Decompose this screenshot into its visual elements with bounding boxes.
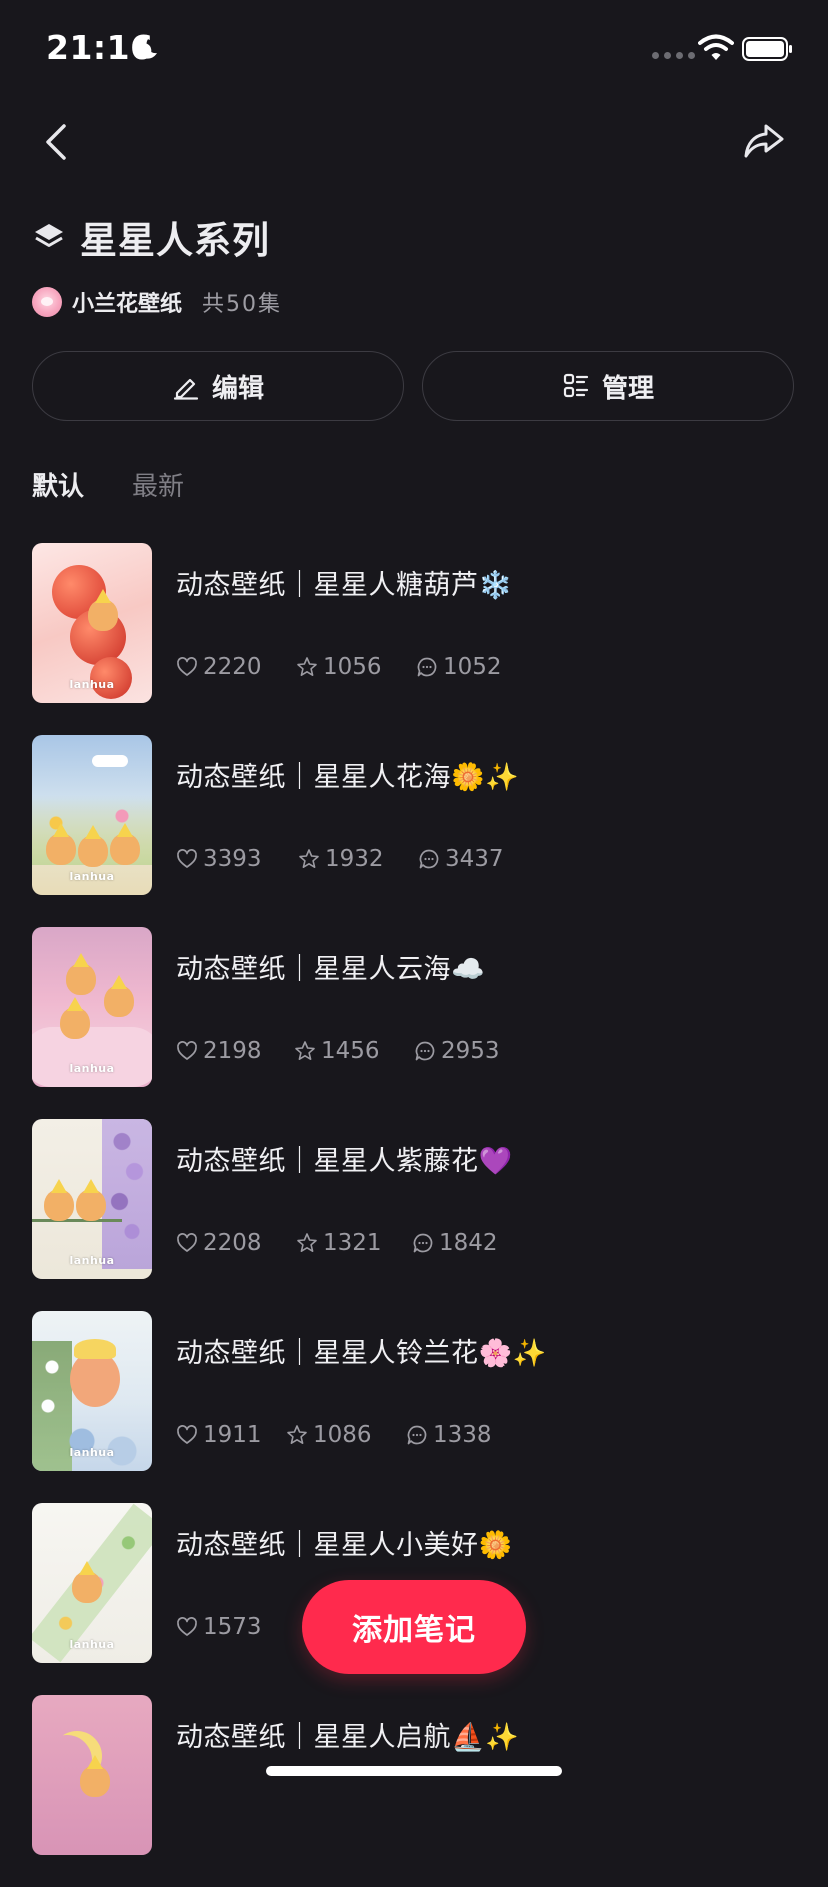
tab-default[interactable]: 默认 [32,466,84,503]
note-stats: 3393 1932 3437 [176,846,504,872]
note-stats: 1911 1086 1338 [176,1422,492,1448]
list-item[interactable]: lanhua 动态壁纸｜星星人花海🌼✨ 3393 1932 3437 [32,735,796,895]
episode-count: 共50集 [202,292,283,317]
collect-count[interactable]: 1056 [296,654,416,680]
thumbnail-watermark: lanhua [69,1446,115,1459]
heart-icon [177,1617,197,1636]
list-item[interactable]: lanhua 动态壁纸｜星星人紫藤花💜 2208 1321 1842 [32,1119,796,1279]
heart-icon [177,657,197,676]
note-stats: 1573 [176,1614,296,1640]
star-icon [299,849,319,868]
comment-icon [407,1425,427,1445]
avatar[interactable] [32,287,62,317]
home-indicator [266,1766,562,1776]
note-thumbnail[interactable]: lanhua [32,543,152,703]
author-row[interactable]: 小兰花壁纸 共50集 [32,284,282,320]
comment-count[interactable]: 2953 [414,1038,500,1064]
note-thumbnail[interactable]: lanhua [32,1311,152,1471]
collect-count[interactable]: 1456 [294,1038,414,1064]
heart-icon [177,1425,197,1444]
note-title[interactable]: 动态壁纸｜星星人铃兰花🌸✨ [176,1331,547,1370]
collection-header: 星星人系列 [32,212,270,262]
like-count[interactable]: 1911 [176,1422,286,1448]
cellular-signal-icon [652,52,695,59]
thumbnail-watermark: lanhua [69,870,115,883]
list-item[interactable]: lanhua 动态壁纸｜星星人云海☁️ 2198 1456 2953 [32,927,796,1087]
list-item[interactable]: lanhua 动态壁纸｜星星人铃兰花🌸✨ 1911 1086 1338 [32,1311,796,1471]
edit-label: 编辑 [211,373,264,404]
edit-button[interactable]: 编辑 [32,351,404,421]
moon-icon [136,36,157,59]
share-icon[interactable] [742,118,786,162]
back-icon[interactable] [40,120,72,164]
comment-count[interactable]: 1842 [412,1230,498,1256]
collect-count[interactable]: 1932 [298,846,418,872]
note-thumbnail[interactable]: lanhua [32,1119,152,1279]
layers-icon [35,224,63,247]
note-thumbnail[interactable]: lanhua [32,927,152,1087]
collect-count[interactable]: 1086 [286,1422,406,1448]
star-icon [287,1425,307,1444]
note-thumbnail[interactable] [32,1695,152,1855]
star-icon [297,1233,317,1252]
note-title[interactable]: 动态壁纸｜星星人小美好🌼 [176,1523,513,1562]
manage-label: 管理 [601,373,654,404]
note-title[interactable]: 动态壁纸｜星星人紫藤花💜 [176,1139,513,1178]
like-count[interactable]: 3393 [176,846,298,872]
note-title[interactable]: 动态壁纸｜星星人花海🌼✨ [176,755,519,794]
comment-icon [413,1233,433,1253]
list-item[interactable]: lanhua 动态壁纸｜星星人糖葫芦❄️ 2220 1056 1052 [32,543,796,703]
comment-count[interactable]: 3437 [418,846,504,872]
status-bar: 21:16 [0,0,828,100]
author-name[interactable]: 小兰花壁纸 [72,286,182,318]
sort-tabs: 默认 最新 [32,466,184,503]
comment-icon [415,1041,435,1061]
note-list: lanhua 动态壁纸｜星星人糖葫芦❄️ 2220 1056 1052 lanh… [32,543,796,1887]
battery-icon [742,37,792,61]
list-manage-icon [563,373,589,398]
like-count[interactable]: 2198 [176,1038,294,1064]
note-stats: 2208 1321 1842 [176,1230,498,1256]
heart-icon [177,1233,197,1252]
note-title[interactable]: 动态壁纸｜星星人糖葫芦❄️ [176,563,513,602]
note-stats: 2198 1456 2953 [176,1038,500,1064]
comment-icon [419,849,439,869]
heart-icon [177,1041,197,1060]
heart-icon [177,849,197,868]
note-stats: 2220 1056 1052 [176,654,502,680]
note-title[interactable]: 动态壁纸｜星星人云海☁️ [176,947,485,986]
star-icon [295,1041,315,1060]
pencil-icon [173,378,199,400]
thumbnail-watermark: lanhua [69,678,115,691]
like-count[interactable]: 1573 [176,1614,296,1640]
like-count[interactable]: 2220 [176,654,296,680]
thumbnail-watermark: lanhua [69,1638,115,1651]
collect-count[interactable]: 1321 [296,1230,412,1256]
manage-button[interactable]: 管理 [422,351,794,421]
comment-icon [417,657,437,677]
thumbnail-watermark: lanhua [69,1254,115,1267]
comment-count[interactable]: 1052 [416,654,502,680]
star-icon [297,657,317,676]
add-note-button[interactable]: 添加笔记 [302,1580,526,1674]
note-title[interactable]: 动态壁纸｜星星人启航⛵✨ [176,1715,519,1754]
note-thumbnail[interactable]: lanhua [32,735,152,895]
comment-count[interactable]: 1338 [406,1422,492,1448]
like-count[interactable]: 2208 [176,1230,296,1256]
thumbnail-watermark: lanhua [69,1062,115,1075]
note-thumbnail[interactable]: lanhua [32,1503,152,1663]
wifi-icon [698,34,734,60]
tab-latest[interactable]: 最新 [132,466,184,503]
page-title: 星星人系列 [80,219,270,262]
